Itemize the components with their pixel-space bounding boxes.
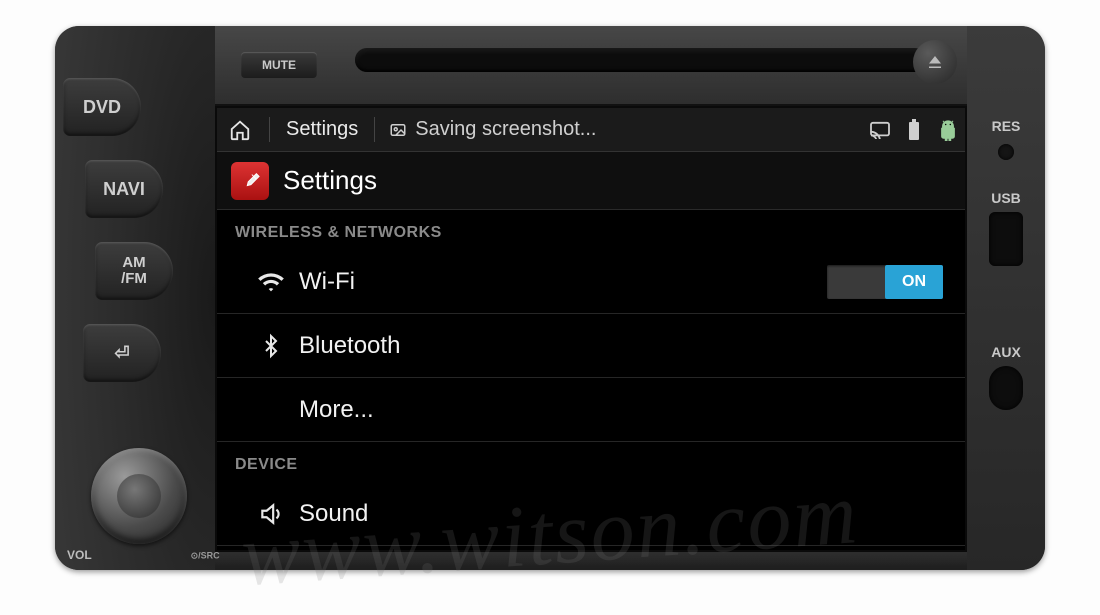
touchscreen: Settings Saving screenshot...: [215, 106, 967, 552]
row-wifi[interactable]: Wi-Fi ON: [217, 250, 965, 314]
reset-pinhole[interactable]: [998, 144, 1014, 160]
section-wireless-label: WIRELESS & NETWORKS: [217, 210, 965, 250]
vol-label: VOL: [67, 548, 92, 562]
bluetooth-icon: [251, 332, 291, 360]
row-bluetooth[interactable]: Bluetooth: [217, 314, 965, 378]
settings-header: Settings: [217, 152, 965, 210]
wifi-icon: [251, 268, 291, 296]
aux-port[interactable]: [989, 366, 1023, 410]
section-device-label: DEVICE: [217, 442, 965, 482]
notification-text: Saving screenshot...: [415, 118, 596, 141]
usb-label: USB: [967, 190, 1045, 206]
head-unit-body: DVD NAVI AM /FM ⏎ VOL ⊙/SRC MUTE RES USB…: [55, 26, 1045, 570]
battery-icon: [897, 119, 931, 141]
sound-label: Sound: [291, 500, 943, 528]
aux-label: AUX: [967, 344, 1045, 360]
settings-app-icon: [231, 162, 269, 200]
home-icon[interactable]: [217, 108, 263, 151]
settings-header-title: Settings: [283, 165, 377, 196]
src-label: ⊙/SRC: [191, 552, 220, 562]
dvd-button[interactable]: DVD: [63, 78, 141, 136]
image-icon: [389, 121, 407, 139]
top-bezel: MUTE: [215, 26, 967, 106]
left-physical-panel: DVD NAVI AM /FM ⏎ VOL ⊙/SRC: [55, 26, 215, 570]
row-sound[interactable]: Sound: [217, 482, 965, 546]
cast-icon[interactable]: [863, 121, 897, 139]
mute-button[interactable]: MUTE: [241, 52, 317, 78]
right-physical-panel: RES USB AUX: [967, 26, 1045, 570]
navi-button[interactable]: NAVI: [85, 160, 163, 218]
row-more[interactable]: More...: [217, 378, 965, 442]
screenshot-notification[interactable]: Saving screenshot...: [381, 118, 604, 141]
sound-icon: [251, 501, 291, 527]
bluetooth-label: Bluetooth: [291, 332, 943, 360]
wifi-toggle-state: ON: [885, 265, 943, 299]
usb-port[interactable]: [989, 212, 1023, 266]
status-bar: Settings Saving screenshot...: [217, 108, 965, 152]
divider: [269, 117, 270, 143]
statusbar-title[interactable]: Settings: [276, 118, 368, 141]
wifi-label: Wi-Fi: [291, 268, 827, 296]
amfm-button[interactable]: AM /FM: [95, 242, 173, 300]
volume-knob[interactable]: [91, 448, 187, 544]
res-label: RES: [967, 118, 1045, 134]
eject-button[interactable]: [913, 40, 957, 84]
android-icon: [931, 119, 965, 141]
cd-slot[interactable]: [355, 48, 927, 72]
wifi-toggle[interactable]: ON: [827, 265, 943, 299]
more-label: More...: [291, 396, 943, 424]
back-button[interactable]: ⏎: [83, 324, 161, 382]
divider: [374, 117, 375, 143]
